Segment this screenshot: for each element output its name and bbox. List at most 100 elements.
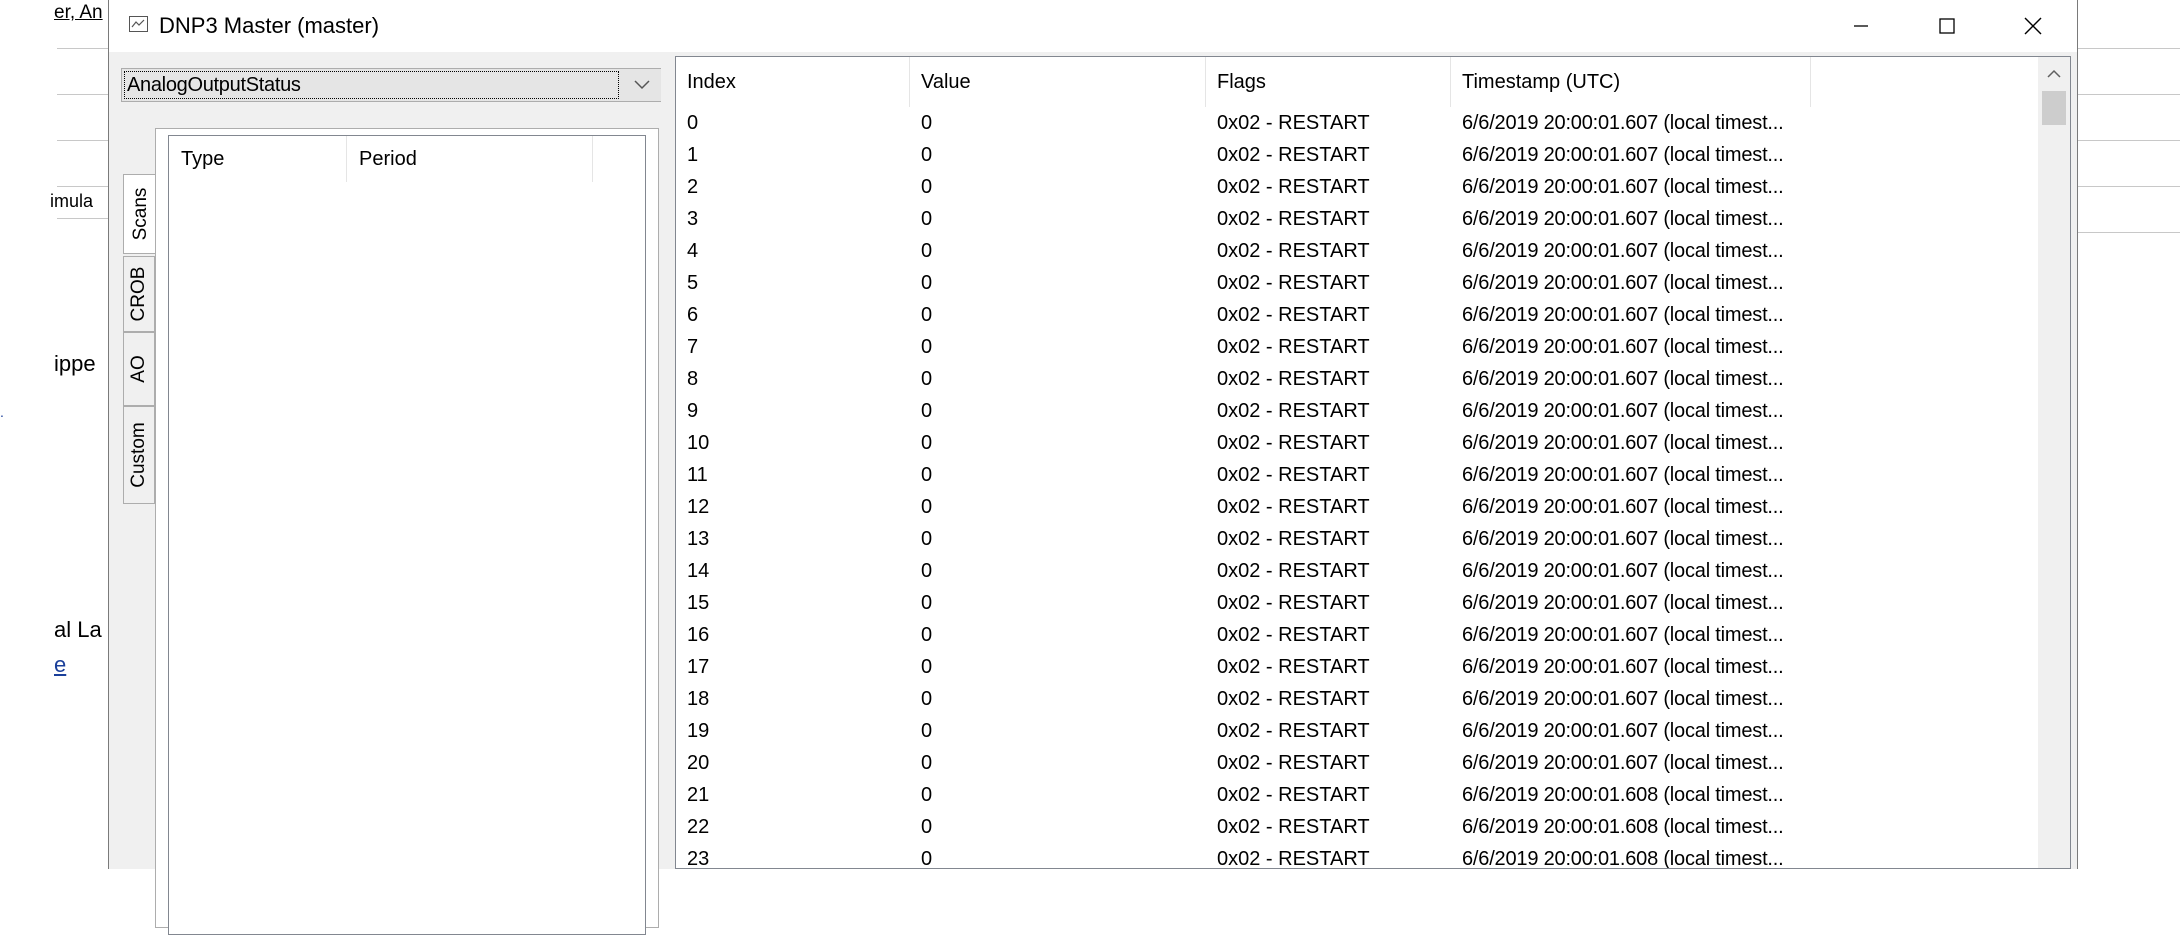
cell-flags: 0x02 - RESTART [1217, 240, 1370, 262]
cell-value: 0 [921, 272, 933, 294]
minimize-button[interactable] [1818, 0, 1904, 52]
close-button[interactable] [1990, 0, 2076, 52]
cell-flags: 0x02 - RESTART [1217, 368, 1370, 390]
table-row[interactable]: 22 0 0x02 - RESTART 6/6/2019 20:00:01.608 (… [676, 811, 2054, 843]
cell-index: 0 [687, 112, 699, 134]
window-title: DNP3 Master (master) [159, 13, 380, 38]
cell-value: 0 [921, 336, 933, 358]
cell-index: 2 [687, 176, 699, 198]
cell-flags: 0x02 - RESTART [1217, 656, 1370, 678]
table-row[interactable]: 6 0 0x02 - RESTART 6/6/2019 20:00:01.607 (l… [676, 299, 2054, 331]
cell-index: 16 [687, 624, 710, 646]
cell-value: 0 [921, 560, 933, 582]
table-row[interactable]: 5 0 0x02 - RESTART 6/6/2019 20:00:01.607 (l… [676, 267, 2054, 299]
cell-flags: 0x02 - RESTART [1217, 400, 1370, 422]
cell-value: 0 [921, 368, 933, 390]
background-text-fragment: al La [54, 617, 102, 642]
table-row[interactable]: 1 0 0x02 - RESTART 6/6/2019 20:00:01.607 (l… [676, 139, 2054, 171]
cell-value: 0 [921, 784, 933, 806]
cell-flags: 0x02 - RESTART [1217, 144, 1370, 166]
table-row[interactable]: 17 0 0x02 - RESTART 6/6/2019 20:00:01.607 (… [676, 651, 2054, 683]
table-row[interactable]: 4 0 0x02 - RESTART 6/6/2019 20:00:01.607 (l… [676, 235, 2054, 267]
background-link-fragment[interactable]: e [54, 652, 66, 678]
cell-value: 0 [921, 304, 933, 326]
column-header-timestamp[interactable]: Timestamp (UTC) [1451, 57, 1811, 107]
table-row[interactable]: 9 0 0x02 - RESTART 6/6/2019 20:00:01.607 (l… [676, 395, 2054, 427]
title-bar[interactable]: DNP3 Master (master) [109, 0, 2077, 52]
background-document: er, An imula ippe . al La e [0, 0, 110, 869]
table-row[interactable]: 14 0 0x02 - RESTART 6/6/2019 20:00:01.607 (… [676, 555, 2054, 587]
cell-value: 0 [921, 208, 933, 230]
cell-index: 18 [687, 688, 710, 710]
cell-timestamp: 6/6/2019 20:00:01.608 (local timest... [1462, 784, 1784, 806]
scrollbar-thumb[interactable] [2042, 91, 2066, 125]
cell-flags: 0x02 - RESTART [1217, 624, 1370, 646]
point-type-select[interactable]: AnalogOutputStatus [121, 68, 663, 102]
background-divider [57, 218, 110, 219]
table-row[interactable]: 8 0 0x02 - RESTART 6/6/2019 20:00:01.607 (l… [676, 363, 2054, 395]
cell-index: 7 [687, 336, 699, 358]
cell-timestamp: 6/6/2019 20:00:01.607 (local timest... [1462, 688, 1784, 710]
cell-index: 9 [687, 400, 699, 422]
cell-index: 5 [687, 272, 699, 294]
cell-flags: 0x02 - RESTART [1217, 592, 1370, 614]
cell-index: 6 [687, 304, 699, 326]
table-row[interactable]: 3 0 0x02 - RESTART 6/6/2019 20:00:01.607 (l… [676, 203, 2054, 235]
cell-timestamp: 6/6/2019 20:00:01.607 (local timest... [1462, 400, 1784, 422]
table-row[interactable]: 11 0 0x02 - RESTART 6/6/2019 20:00:01.607 (… [676, 459, 2054, 491]
pane-splitter[interactable] [661, 52, 675, 869]
table-row[interactable]: 13 0 0x02 - RESTART 6/6/2019 20:00:01.607 (… [676, 523, 2054, 555]
vertical-scrollbar[interactable] [2038, 57, 2070, 868]
tab-scans[interactable]: Scans [123, 174, 157, 254]
tab-ao[interactable]: AO [123, 332, 155, 406]
tab-custom[interactable]: Custom [123, 406, 155, 504]
table-row[interactable]: 21 0 0x02 - RESTART 6/6/2019 20:00:01.608 (… [676, 779, 2054, 811]
tab-custom-label: Custom [128, 422, 149, 488]
cell-value: 0 [921, 528, 933, 550]
table-row[interactable]: 19 0 0x02 - RESTART 6/6/2019 20:00:01.607 (… [676, 715, 2054, 747]
background-divider [57, 94, 110, 95]
table-row[interactable]: 20 0 0x02 - RESTART 6/6/2019 20:00:01.607 (… [676, 747, 2054, 779]
column-header-index[interactable]: Index [676, 57, 910, 107]
cell-value: 0 [921, 400, 933, 422]
cell-timestamp: 6/6/2019 20:00:01.607 (local timest... [1462, 752, 1784, 774]
table-row[interactable]: 0 0 0x02 - RESTART 6/6/2019 20:00:01.607 (l… [676, 107, 2054, 139]
cell-timestamp: 6/6/2019 20:00:01.607 (local timest... [1462, 656, 1784, 678]
cell-value: 0 [921, 496, 933, 518]
column-header-flags[interactable]: Flags [1206, 57, 1451, 107]
table-row[interactable]: 18 0 0x02 - RESTART 6/6/2019 20:00:01.607 (… [676, 683, 2054, 715]
cell-value: 0 [921, 720, 933, 742]
background-text-fragment: imula [50, 191, 94, 211]
cell-flags: 0x02 - RESTART [1217, 336, 1370, 358]
column-header-value[interactable]: Value [910, 57, 1206, 107]
background-text-fragment: er, An [54, 2, 103, 23]
scans-tab-panel: Type Period [155, 128, 659, 935]
cell-index: 13 [687, 528, 710, 550]
table-row[interactable]: 16 0 0x02 - RESTART 6/6/2019 20:00:01.607 (… [676, 619, 2054, 651]
cell-flags: 0x02 - RESTART [1217, 112, 1370, 134]
cell-value: 0 [921, 624, 933, 646]
column-header-period[interactable]: Period [347, 136, 593, 182]
table-row[interactable]: 23 0 0x02 - RESTART 6/6/2019 20:00:01.608 (… [676, 843, 2054, 868]
scan-list[interactable]: Type Period [168, 135, 646, 935]
background-divider [57, 140, 110, 141]
cell-index: 20 [687, 752, 710, 774]
table-row[interactable]: 7 0 0x02 - RESTART 6/6/2019 20:00:01.607 (l… [676, 331, 2054, 363]
chevron-down-icon[interactable] [622, 69, 662, 101]
cell-timestamp: 6/6/2019 20:00:01.607 (local timest... [1462, 720, 1784, 742]
cell-value: 0 [921, 432, 933, 454]
cell-timestamp: 6/6/2019 20:00:01.607 (local timest... [1462, 112, 1784, 134]
table-row[interactable]: 12 0 0x02 - RESTART 6/6/2019 20:00:01.607 (… [676, 491, 2054, 523]
tab-crob[interactable]: CROB [123, 256, 155, 332]
cell-flags: 0x02 - RESTART [1217, 208, 1370, 230]
table-row[interactable]: 10 0 0x02 - RESTART 6/6/2019 20:00:01.607 (… [676, 427, 2054, 459]
cell-flags: 0x02 - RESTART [1217, 464, 1370, 486]
background-link-dot: . [0, 404, 4, 420]
measurement-grid[interactable]: Index Value Flags Timestamp (UTC) 0 0 0x02… [675, 56, 2071, 869]
table-row[interactable]: 2 0 0x02 - RESTART 6/6/2019 20:00:01.607 (l… [676, 171, 2054, 203]
cell-flags: 0x02 - RESTART [1217, 304, 1370, 326]
scroll-up-arrow-icon[interactable] [2038, 57, 2070, 89]
table-row[interactable]: 15 0 0x02 - RESTART 6/6/2019 20:00:01.607 (… [676, 587, 2054, 619]
column-header-type[interactable]: Type [169, 136, 347, 182]
maximize-button[interactable] [1904, 0, 1990, 52]
